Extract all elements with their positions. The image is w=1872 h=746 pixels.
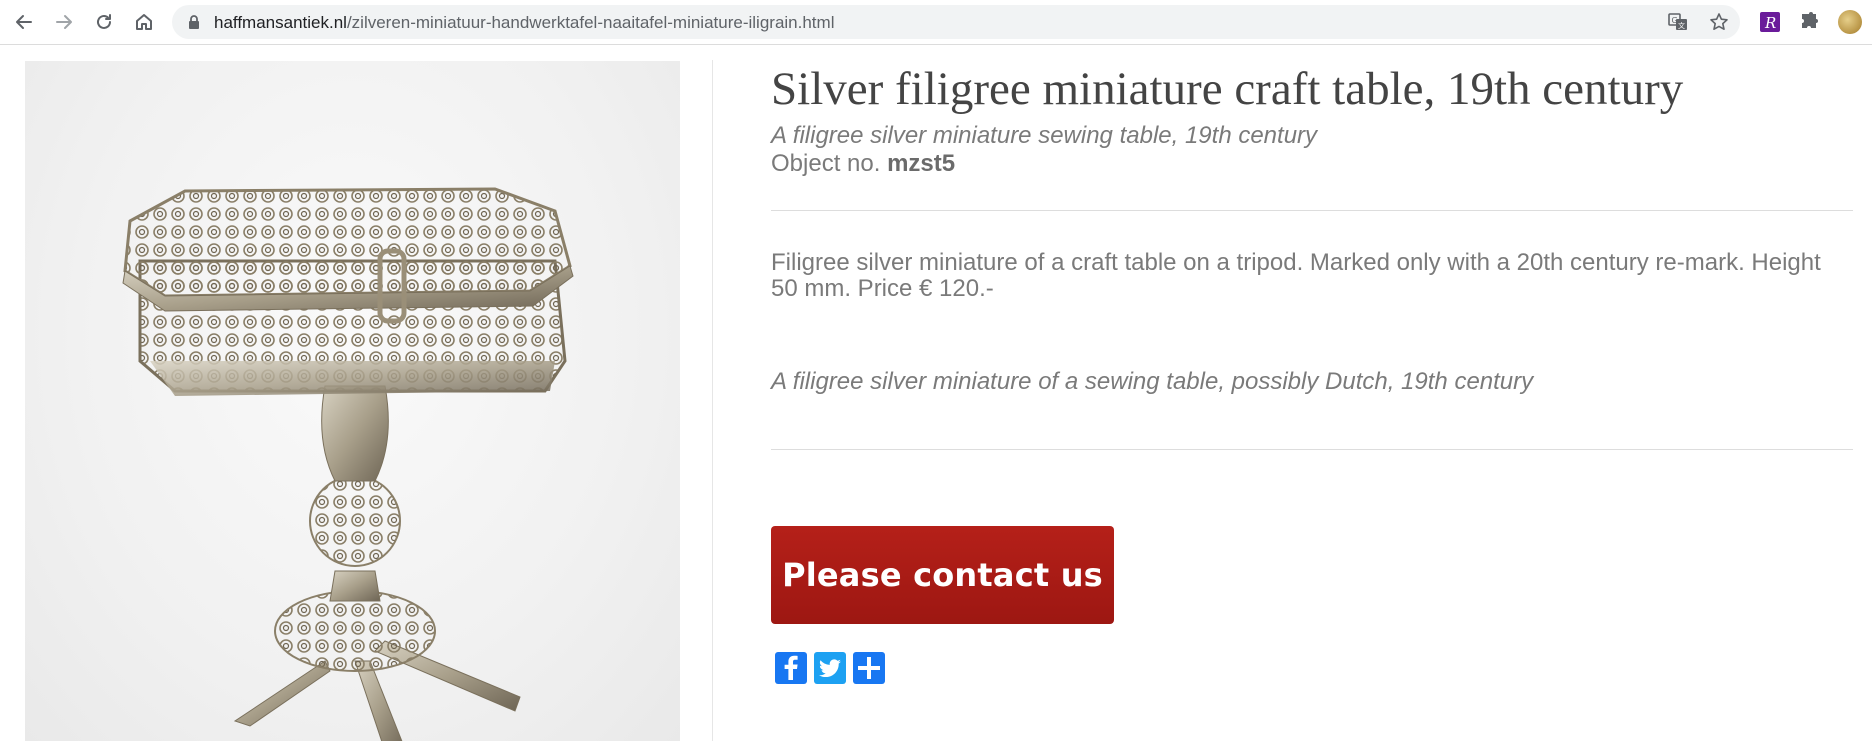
plus-icon [858,657,880,679]
product-description: Filigree silver miniature of a craft tab… [771,249,1821,302]
forward-arrow-icon [56,15,72,29]
lock-icon[interactable] [186,14,202,30]
product-description-english: A filigree silver miniature of a sewing … [771,368,1534,395]
svg-text:R: R [1764,14,1776,32]
home-button[interactable] [130,8,158,36]
contact-button[interactable]: Please contact us [771,526,1114,624]
address-bar[interactable]: haffmansantiek.nl/zilveren-miniatuur-han… [172,5,1740,39]
url-path: /zilveren-miniatuur-handwerktafel-naaita… [346,13,835,32]
object-number-label: Object no. [771,150,881,177]
facebook-icon [784,655,798,680]
addthis-share-button[interactable] [853,652,885,684]
home-icon [136,14,152,30]
product-subtitle: A filigree silver miniature sewing table… [771,122,1318,149]
reload-icon [97,14,111,29]
back-arrow-icon [16,15,32,29]
back-button[interactable] [10,8,38,36]
twitter-share-button[interactable] [814,652,846,684]
url-text[interactable]: haffmansantiek.nl/zilveren-miniatuur-han… [214,13,834,33]
object-number-value: mzst5 [887,150,956,177]
product-title: Silver filigree miniature craft table, 1… [771,63,1684,115]
product-image-panel [0,60,713,746]
divider [771,449,1853,450]
product-photo[interactable] [25,61,680,746]
forward-button[interactable] [50,8,78,36]
profile-avatar[interactable] [1838,10,1862,34]
twitter-icon [819,659,841,678]
puzzle-icon[interactable] [1798,10,1822,34]
reload-button[interactable] [90,8,118,36]
facebook-share-button[interactable] [775,652,807,684]
object-number: Object no. mzst5 [771,150,955,178]
filigree-table-illustration [122,187,574,746]
extension-r-icon[interactable]: R [1758,10,1782,34]
browser-toolbar: haffmansantiek.nl/zilveren-miniatuur-han… [0,0,1872,45]
star-icon[interactable] [1709,12,1729,32]
translate-icon[interactable]: G 文 [1668,12,1688,32]
divider [771,210,1853,211]
url-host: haffmansantiek.nl [214,13,347,32]
svg-text:文: 文 [1678,21,1685,30]
